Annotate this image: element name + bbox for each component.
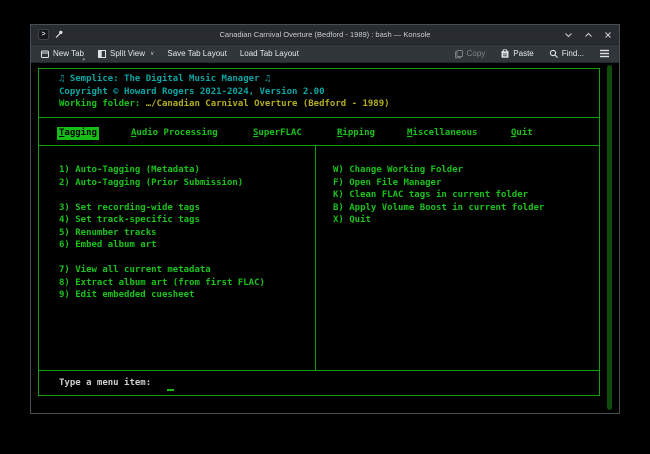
menu-item-k: K) Clean FLAC tags in current folder [333,189,528,202]
terminal-view[interactable]: ♫ Semplice: The Digital Music Manager ♫ … [31,63,619,413]
text-cursor [167,389,174,391]
tui-main-menu: 1) Auto-Tagging (Metadata) 2) Auto-Taggi… [38,145,600,371]
new-tab-icon [40,49,50,59]
toolbar: New Tab ▾ Split View ∨ Save Tab Layout L… [31,45,619,63]
split-view-dropdown-icon: ∨ [150,50,154,57]
menu-item-w: W) Change Working Folder [333,164,463,177]
menu-tab-superflac[interactable]: SuperFLAC [251,127,304,140]
split-view-icon [97,49,107,59]
minimize-button[interactable] [564,31,573,39]
konsole-window: > Canadian Carnival Overture (Bedford - … [30,24,620,414]
menu-item-1: 1) Auto-Tagging (Metadata) [59,164,200,177]
menu-item-3: 3) Set recording-wide tags [59,202,200,215]
menu-item-6: 6) Embed album art [59,239,157,252]
close-button[interactable] [604,31,612,39]
column-divider [315,146,316,370]
menu-tab-tagging[interactable]: Tagging [57,127,99,140]
menu-tab-audio-processing[interactable]: Audio Processing [129,127,220,140]
menu-item-5: 5) Renumber tracks [59,227,157,240]
menu-item-8: 8) Extract album art (from first FLAC) [59,277,265,290]
paste-label: Paste [513,49,533,58]
menu-item-7: 7) View all current metadata [59,264,211,277]
screenshot-root: > Canadian Carnival Overture (Bedford - … [0,0,650,454]
menu-item-f: F) Open File Manager [333,177,441,190]
tui-header-box: ♫ Semplice: The Digital Music Manager ♫ … [38,68,600,118]
prompt-label: Type a menu item: [59,377,151,390]
paste-icon [500,49,510,59]
titlebar[interactable]: > Canadian Carnival Overture (Bedford - … [31,25,619,45]
save-tab-layout-button[interactable]: Save Tab Layout [167,49,226,58]
new-tab-label: New Tab [53,49,84,58]
split-view-label: Split View [110,49,145,58]
working-folder-label: Working folder: [59,99,146,109]
menu-item-x: X) Quit [333,214,371,227]
pin-icon [54,26,64,44]
menu-tab-quit[interactable]: Quit [509,127,535,140]
paste-button[interactable]: Paste [500,49,533,59]
copy-button[interactable]: Copy [454,49,486,59]
app-title: ♫ Semplice: The Digital Music Manager ♫ [59,73,270,86]
find-label: Find... [562,49,584,58]
menu-button[interactable] [599,49,610,58]
split-view-button[interactable]: Split View ∨ [97,49,154,59]
copyright-line: Copyright © Howard Rogers 2021-2024, Ver… [59,86,325,99]
search-icon [549,49,559,59]
new-tab-button[interactable]: New Tab ▾ [40,49,84,59]
save-tab-layout-label: Save Tab Layout [167,49,226,58]
maximize-button[interactable] [584,31,593,39]
window-title: Canadian Carnival Overture (Bedford - 19… [91,30,559,39]
menu-item-4: 4) Set track-specific tags [59,214,200,227]
menu-tab-miscellaneous[interactable]: Miscellaneous [405,127,479,140]
new-tab-dropdown-icon: ▾ [82,57,85,63]
menu-item-9: 9) Edit embedded cuesheet [59,289,194,302]
hamburger-icon [599,49,610,58]
load-tab-layout-button[interactable]: Load Tab Layout [240,49,299,58]
copy-icon [454,49,464,59]
find-button[interactable]: Find... [549,49,584,59]
load-tab-layout-label: Load Tab Layout [240,49,299,58]
tui-menu-bar: Tagging Audio Processing SuperFLAC Rippi… [38,117,600,146]
working-folder-value: …/Canadian Carnival Overture (Bedford - … [146,99,390,109]
menu-item-b: B) Apply Volume Boost in current folder [333,202,544,215]
konsole-app-icon: > [38,29,49,40]
working-folder-line: Working folder: …/Canadian Carnival Over… [59,98,390,111]
prompt-box[interactable]: Type a menu item: [38,370,600,396]
menu-tab-ripping[interactable]: Ripping [335,127,377,140]
terminal-scrollbar[interactable] [607,65,612,410]
copy-label: Copy [467,49,486,58]
menu-item-2: 2) Auto-Tagging (Prior Submission) [59,177,243,190]
